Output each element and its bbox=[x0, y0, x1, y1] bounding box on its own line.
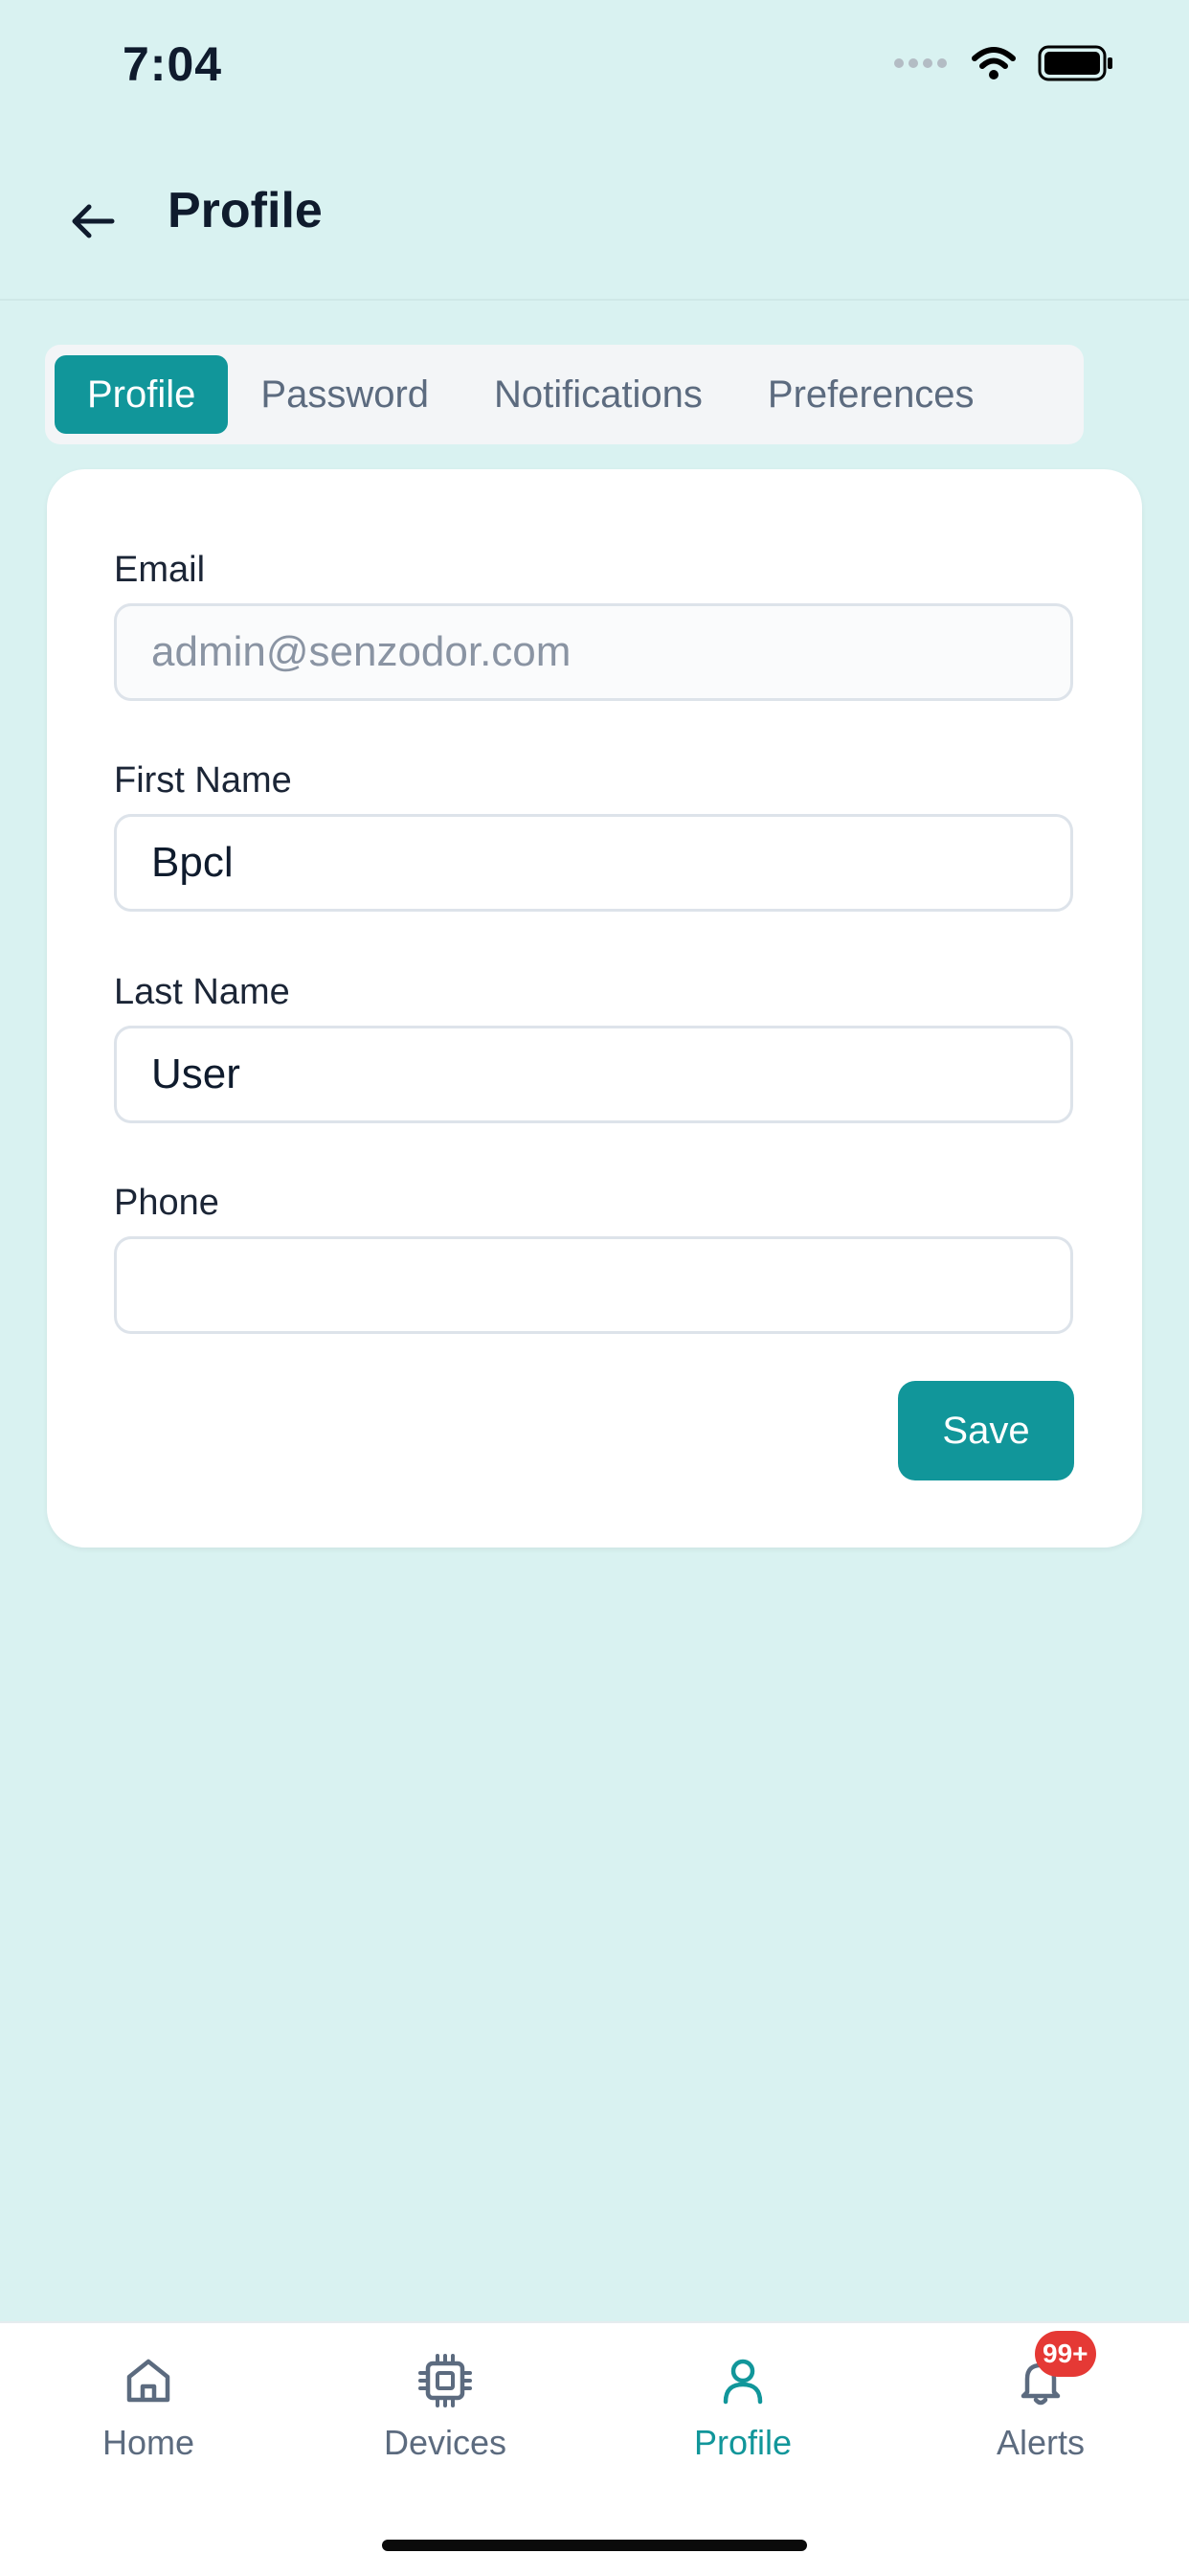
status-time: 7:04 bbox=[123, 37, 223, 91]
home-icon bbox=[118, 2350, 179, 2411]
status-icons bbox=[892, 44, 1114, 87]
nav-label-alerts: Alerts bbox=[996, 2423, 1086, 2462]
nav-label-profile: Profile bbox=[693, 2423, 793, 2462]
first-name-field[interactable] bbox=[114, 814, 1073, 912]
tab-notifications[interactable]: Notifications bbox=[461, 355, 735, 434]
bottom-nav: Home Devices Profile 99+ Alerts bbox=[0, 2321, 1189, 2576]
nav-item-alerts[interactable]: 99+ Alerts bbox=[892, 2331, 1189, 2494]
back-button[interactable] bbox=[59, 190, 126, 257]
chip-icon bbox=[415, 2350, 476, 2411]
arrow-left-icon bbox=[70, 202, 116, 245]
email-label: Email bbox=[114, 550, 206, 590]
phone-field[interactable] bbox=[114, 1236, 1073, 1334]
email-field[interactable] bbox=[114, 603, 1073, 701]
app-header: Profile bbox=[0, 134, 1189, 301]
tab-password[interactable]: Password bbox=[228, 355, 461, 434]
bell-icon: 99+ bbox=[1010, 2331, 1096, 2411]
nav-item-devices[interactable]: Devices bbox=[297, 2350, 594, 2494]
last-name-field[interactable] bbox=[114, 1026, 1073, 1123]
profile-tabs: Profile Password Notifications Preferenc… bbox=[45, 345, 1084, 444]
nav-label-home: Home bbox=[101, 2423, 195, 2462]
alerts-badge: 99+ bbox=[1035, 2331, 1096, 2377]
last-name-label: Last Name bbox=[114, 972, 290, 1012]
nav-item-home[interactable]: Home bbox=[0, 2350, 297, 2494]
status-bar: 7:04 bbox=[0, 0, 1189, 134]
wifi-icon bbox=[971, 45, 1017, 86]
save-button[interactable]: Save bbox=[898, 1381, 1074, 1480]
first-name-label: First Name bbox=[114, 760, 292, 801]
home-indicator bbox=[382, 2540, 807, 2551]
user-icon bbox=[712, 2350, 774, 2411]
nav-item-profile[interactable]: Profile bbox=[594, 2350, 891, 2494]
page-title: Profile bbox=[168, 183, 323, 238]
tab-preferences[interactable]: Preferences bbox=[735, 355, 1007, 434]
tab-profile[interactable]: Profile bbox=[55, 355, 229, 434]
signal-dots-icon bbox=[892, 56, 950, 75]
phone-label: Phone bbox=[114, 1183, 219, 1223]
nav-label-devices: Devices bbox=[383, 2423, 507, 2462]
battery-icon bbox=[1038, 44, 1114, 87]
profile-form-card: Email First Name Last Name Phone Save bbox=[47, 469, 1142, 1548]
